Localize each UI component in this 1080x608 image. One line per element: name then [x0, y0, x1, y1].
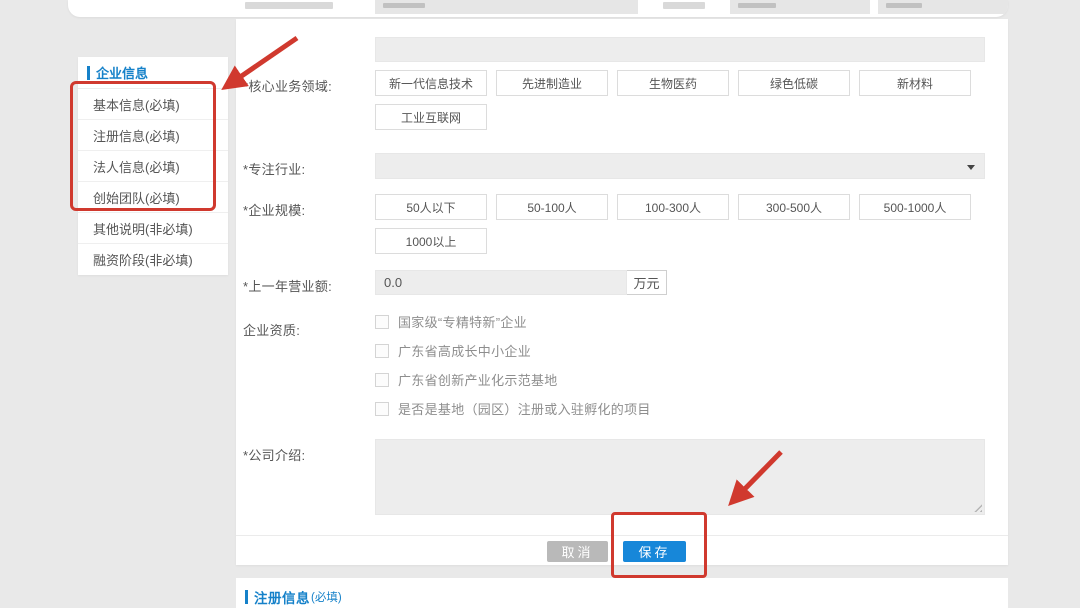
checkbox-icon[interactable]	[375, 402, 389, 416]
core-business-option-button[interactable]: 新材料	[859, 70, 971, 96]
qualification-checkbox-label: 是否是基地（园区）注册或入驻孵化的项目	[398, 399, 651, 418]
cutoff-label	[663, 2, 705, 9]
industry-label: *专注行业:	[243, 153, 375, 179]
sidebar-item[interactable]: 融资阶段(非必填)	[78, 244, 228, 275]
sidebar-item-label: 融资阶段(非必填)	[93, 250, 193, 269]
company-scale-options: 50人以下 50-100人 100-300人 300-500人	[375, 194, 985, 254]
page: 企业信息 基本信息(必填) 注册信息(必填) 法人信息(必填) 创始团队(必填)	[0, 0, 1080, 608]
revenue-unit: 万元	[627, 270, 667, 295]
chevron-down-icon	[967, 165, 975, 170]
qualification-checkbox-row[interactable]: 是否是基地（园区）注册或入驻孵化的项目	[375, 401, 985, 416]
sidebar-header-label: 企业信息	[96, 63, 148, 82]
qualification-checkbox-row[interactable]: 广东省高成长中小企业	[375, 343, 985, 358]
company-intro-textarea[interactable]	[375, 439, 985, 515]
industry-select[interactable]	[375, 153, 985, 179]
company-scale-option-button[interactable]: 50人以下	[375, 194, 487, 220]
checkbox-icon[interactable]	[375, 344, 389, 358]
qualifications-label: 企业资质:	[243, 314, 375, 430]
accent-bar	[245, 590, 248, 604]
checkbox-icon[interactable]	[375, 315, 389, 329]
annotation-rect-save-button	[611, 512, 707, 578]
cancel-button[interactable]: 取消	[547, 541, 608, 562]
cutoff-input[interactable]	[730, 0, 870, 14]
cutoff-card-top	[68, 0, 1008, 17]
core-business-option-button[interactable]: 先进制造业	[496, 70, 608, 96]
qualification-checkbox-row[interactable]: 国家级“专精特新”企业	[375, 314, 985, 329]
core-business-options: 新一代信息技术 先进制造业 生物医药 绿色低碳 新材料	[375, 70, 985, 130]
accent-bar	[87, 66, 90, 80]
core-business-label: *核心业务领域:	[243, 70, 375, 130]
spacer-label	[243, 37, 375, 62]
annotation-rect-sidebar-items	[70, 81, 216, 211]
qualifications-options: 国家级“专精特新”企业 广东省高成长中小企业 广东省创新产业化示范基地	[375, 314, 985, 430]
company-scale-option-button[interactable]: 300-500人	[738, 194, 850, 220]
core-business-option-button[interactable]: 绿色低碳	[738, 70, 850, 96]
company-scale-option-button[interactable]: 50-100人	[496, 194, 608, 220]
revenue-label: *上一年营业额:	[243, 270, 375, 295]
registration-section-title: 注册信息	[254, 587, 310, 607]
core-business-option-button[interactable]: 新一代信息技术	[375, 70, 487, 96]
company-intro-label: *公司介绍:	[243, 439, 375, 515]
resize-handle-icon[interactable]	[973, 503, 982, 512]
qualification-checkbox-row[interactable]: 广东省创新产业化示范基地	[375, 372, 985, 387]
company-info-form: *核心业务领域: 新一代信息技术 先进制造业 生物医药	[236, 19, 1008, 565]
company-scale-option-button[interactable]: 500-1000人	[859, 194, 971, 220]
core-business-option-button[interactable]: 生物医药	[617, 70, 729, 96]
core-business-option-button[interactable]: 工业互联网	[375, 104, 487, 130]
checkbox-icon[interactable]	[375, 373, 389, 387]
qualification-checkbox-label: 广东省创新产业化示范基地	[398, 370, 558, 389]
revenue-input[interactable]: 0.0	[375, 270, 627, 295]
sidebar-item[interactable]: 其他说明(非必填)	[78, 213, 228, 244]
cutoff-input[interactable]	[375, 0, 638, 14]
qualification-checkbox-label: 国家级“专精特新”企业	[398, 312, 527, 331]
registration-info-section: 注册信息 (必填)	[236, 578, 1008, 608]
extra-text-input[interactable]	[375, 37, 985, 62]
company-scale-option-button[interactable]: 100-300人	[617, 194, 729, 220]
registration-section-suffix: (必填)	[311, 589, 342, 605]
cutoff-input[interactable]	[878, 0, 1008, 14]
company-scale-label: *企业规模:	[243, 194, 375, 254]
sidebar-item-label: 其他说明(非必填)	[93, 219, 193, 238]
company-scale-option-button[interactable]: 1000以上	[375, 228, 487, 254]
qualification-checkbox-label: 广东省高成长中小企业	[398, 341, 531, 360]
cutoff-label	[245, 2, 333, 9]
